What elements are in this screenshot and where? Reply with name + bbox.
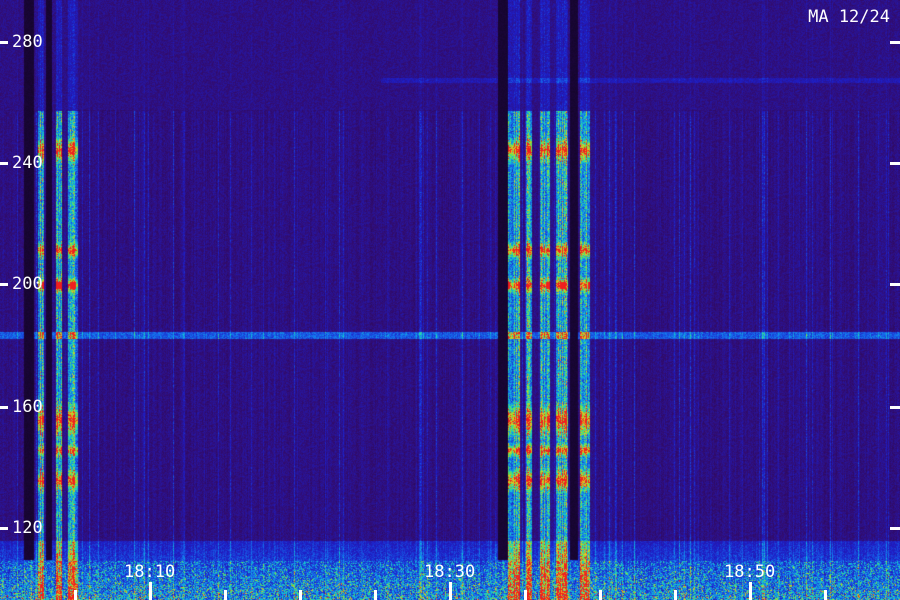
spectrogram-view: MA 12/24 280 240 200 160 120 18:10 18:30…: [0, 0, 900, 600]
y-tick-right: [890, 406, 900, 409]
y-tick-right: [890, 41, 900, 44]
y-tick-left: [0, 162, 8, 165]
y-tick-label: 280: [12, 32, 43, 52]
x-tick-major: [749, 582, 752, 600]
x-tick-minor: [374, 590, 377, 600]
x-tick-minor: [824, 590, 827, 600]
y-tick-left: [0, 406, 8, 409]
x-tick-label: 18:10: [124, 562, 176, 582]
y-tick-left: [0, 283, 8, 286]
x-tick-minor: [674, 590, 677, 600]
station-date-label: MA 12/24: [808, 7, 890, 27]
y-tick-right: [890, 283, 900, 286]
spectrogram-canvas: [0, 0, 900, 600]
x-tick-minor: [224, 590, 227, 600]
x-tick-label: 18:50: [724, 562, 776, 582]
x-tick-minor: [299, 590, 302, 600]
x-tick-label: 18:30: [424, 562, 476, 582]
x-tick-minor: [74, 590, 77, 600]
x-tick-minor: [524, 590, 527, 600]
y-tick-right: [890, 162, 900, 165]
y-tick-label: 120: [12, 518, 43, 538]
y-tick-left: [0, 41, 8, 44]
x-tick-major: [449, 582, 452, 600]
y-tick-label: 240: [12, 153, 43, 173]
x-tick-major: [149, 582, 152, 600]
y-tick-left: [0, 527, 8, 530]
y-tick-label: 160: [12, 397, 43, 417]
x-tick-minor: [599, 590, 602, 600]
y-tick-right: [890, 527, 900, 530]
y-tick-label: 200: [12, 274, 43, 294]
